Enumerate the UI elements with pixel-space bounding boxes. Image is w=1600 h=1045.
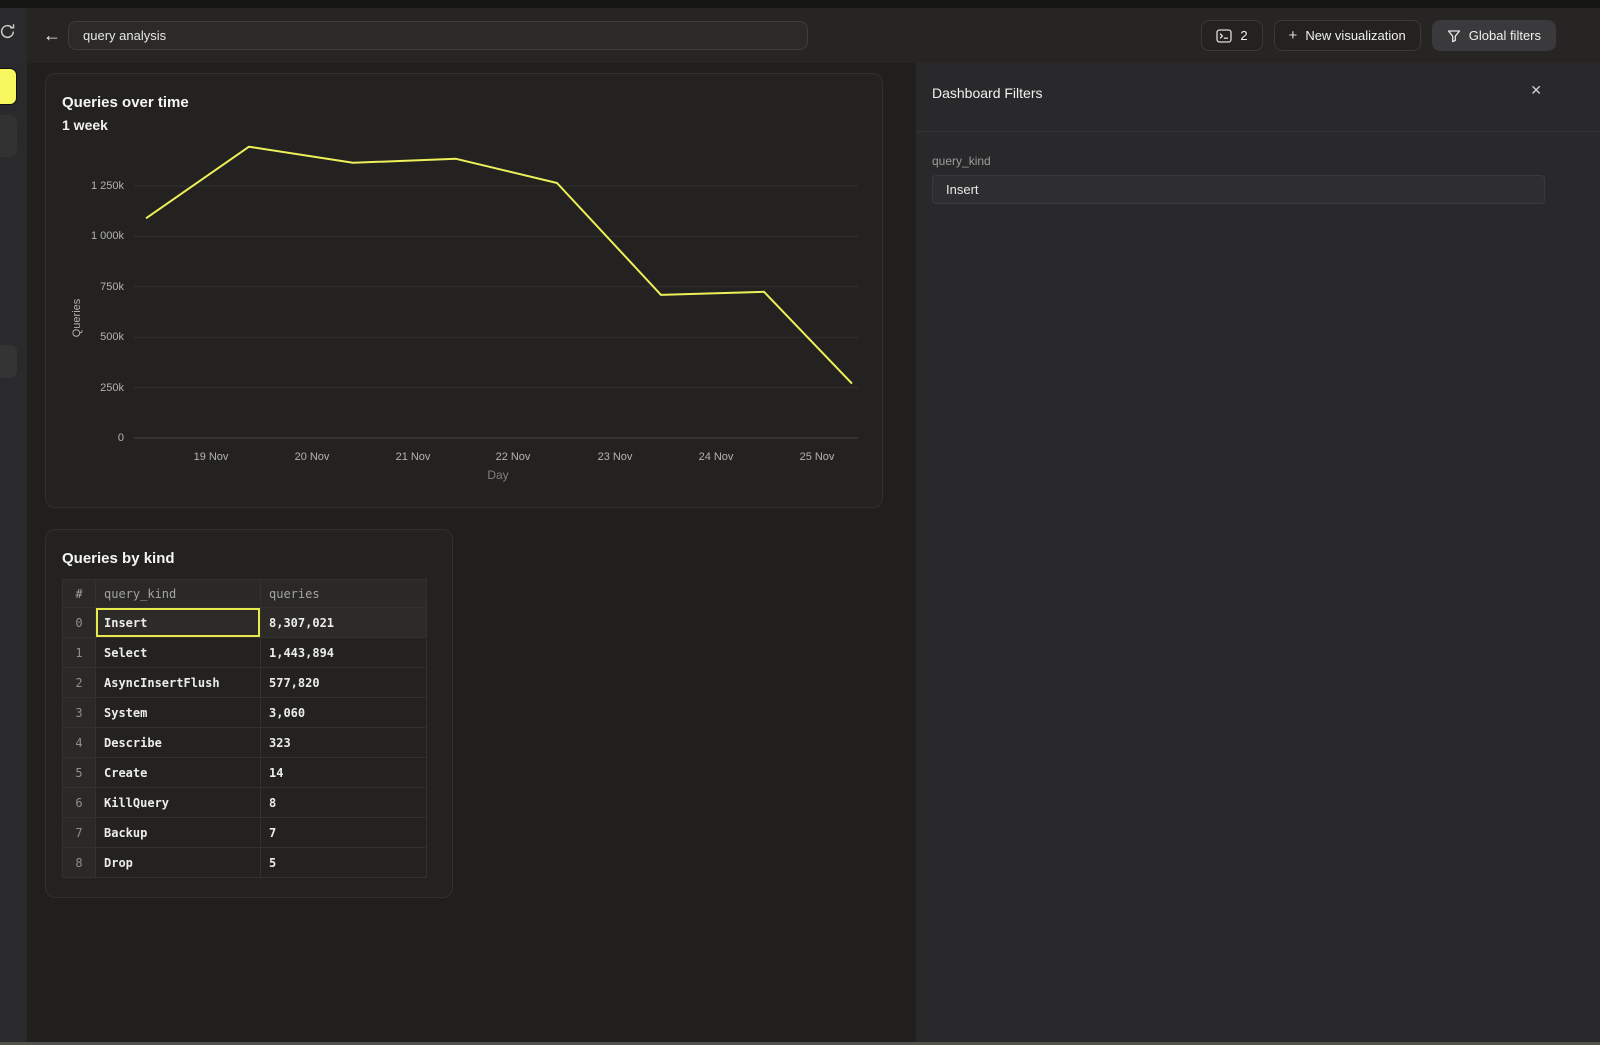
row-index-cell: 8 (63, 848, 96, 877)
table-header-row: #query_kindqueries (63, 580, 426, 608)
table-row: 0Insert8,307,021 (63, 608, 426, 638)
new-visualization-label: New visualization (1305, 28, 1405, 43)
back-arrow-icon[interactable]: ← (39, 23, 65, 49)
left-sidebar-strip (0, 8, 27, 1042)
queries-count-cell[interactable]: 7 (261, 818, 426, 847)
row-index-cell: 7 (63, 818, 96, 847)
dashboard-title-input[interactable] (68, 21, 808, 50)
table-header-cell[interactable]: query_kind (96, 580, 261, 607)
close-icon[interactable]: ✕ (1530, 83, 1542, 97)
table-row: 3System3,060 (63, 698, 426, 728)
y-tick-label: 0 (54, 432, 124, 444)
console-tab-count: 2 (1240, 28, 1247, 43)
global-filters-button[interactable]: Global filters (1432, 20, 1556, 51)
query-kind-filter-input[interactable] (932, 175, 1545, 204)
topbar: ← 2 + New visualization Global filters (27, 8, 1600, 63)
query-kind-cell[interactable]: Backup (96, 818, 261, 847)
queries-count-cell[interactable]: 5 (261, 848, 426, 877)
dashboard-filters-panel: Dashboard Filters ✕ query_kind (916, 63, 1600, 1045)
queries-by-kind-table: #query_kindqueries0Insert8,307,0211Selec… (62, 579, 427, 878)
queries-line-series (146, 147, 852, 384)
x-tick-label: 22 Nov (496, 451, 531, 463)
row-index-cell: 5 (63, 758, 96, 787)
table-row: 1Select1,443,894 (63, 638, 426, 668)
row-index-cell: 6 (63, 788, 96, 817)
x-tick-label: 23 Nov (598, 451, 633, 463)
queries-by-kind-card[interactable]: Queries by kind #query_kindqueries0Inser… (45, 529, 453, 898)
refresh-icon[interactable] (0, 23, 16, 40)
query-kind-cell[interactable]: System (96, 698, 261, 727)
table-header-cell[interactable]: # (63, 580, 96, 607)
query-kind-cell[interactable]: Select (96, 638, 261, 667)
new-visualization-button[interactable]: + New visualization (1274, 20, 1421, 51)
x-tick-label: 20 Nov (295, 451, 330, 463)
console-tabs-button[interactable]: 2 (1201, 20, 1262, 51)
filter-field-label: query_kind (932, 154, 991, 168)
x-tick-label: 24 Nov (699, 451, 734, 463)
plus-icon: + (1289, 27, 1298, 44)
query-kind-cell[interactable]: AsyncInsertFlush (96, 668, 261, 697)
queries-count-cell[interactable]: 8,307,021 (261, 608, 426, 637)
y-tick-label: 1 250k (54, 180, 124, 192)
funnel-icon (1447, 29, 1461, 43)
dashboard-canvas: Queries over time 1 week 0250k500k750k1 … (27, 63, 916, 1045)
queries-count-cell[interactable]: 8 (261, 788, 426, 817)
table-row: 6KillQuery8 (63, 788, 426, 818)
panel-divider (916, 131, 1600, 132)
table-title: Queries by kind (62, 550, 175, 567)
sidebar-item[interactable] (0, 115, 17, 157)
queries-count-cell[interactable]: 323 (261, 728, 426, 757)
queries-line-chart[interactable] (46, 74, 882, 509)
query-kind-cell[interactable]: Insert (96, 608, 261, 637)
sidebar-item-active[interactable] (0, 68, 17, 105)
query-kind-cell[interactable]: Drop (96, 848, 261, 877)
y-axis-label: Queries (71, 283, 83, 353)
global-filters-label: Global filters (1469, 28, 1541, 43)
query-kind-cell[interactable]: Describe (96, 728, 261, 757)
y-tick-label: 250k (54, 382, 124, 394)
table-header-cell[interactable]: queries (261, 580, 426, 607)
row-index-cell: 2 (63, 668, 96, 697)
table-row: 5Create14 (63, 758, 426, 788)
x-tick-label: 25 Nov (800, 451, 835, 463)
query-kind-cell[interactable]: Create (96, 758, 261, 787)
table-row: 2AsyncInsertFlush577,820 (63, 668, 426, 698)
queries-count-cell[interactable]: 3,060 (261, 698, 426, 727)
table-row: 4Describe323 (63, 728, 426, 758)
row-index-cell: 0 (63, 608, 96, 637)
x-axis-label: Day (487, 468, 508, 482)
x-tick-label: 19 Nov (194, 451, 229, 463)
y-tick-label: 750k (54, 281, 124, 293)
row-index-cell: 1 (63, 638, 96, 667)
y-tick-label: 1 000k (54, 230, 124, 242)
queries-over-time-card[interactable]: Queries over time 1 week 0250k500k750k1 … (45, 73, 883, 508)
console-icon (1216, 29, 1232, 43)
queries-count-cell[interactable]: 1,443,894 (261, 638, 426, 667)
y-tick-label: 500k (54, 331, 124, 343)
query-kind-cell[interactable]: KillQuery (96, 788, 261, 817)
filters-panel-title: Dashboard Filters (932, 85, 1043, 101)
queries-count-cell[interactable]: 577,820 (261, 668, 426, 697)
table-row: 8Drop5 (63, 848, 426, 878)
row-index-cell: 4 (63, 728, 96, 757)
sidebar-item[interactable] (0, 345, 17, 378)
x-tick-label: 21 Nov (396, 451, 431, 463)
topbar-actions: 2 + New visualization Global filters (1201, 20, 1556, 51)
row-index-cell: 3 (63, 698, 96, 727)
queries-count-cell[interactable]: 14 (261, 758, 426, 787)
table-row: 7Backup7 (63, 818, 426, 848)
window-top-edge (0, 0, 1600, 8)
